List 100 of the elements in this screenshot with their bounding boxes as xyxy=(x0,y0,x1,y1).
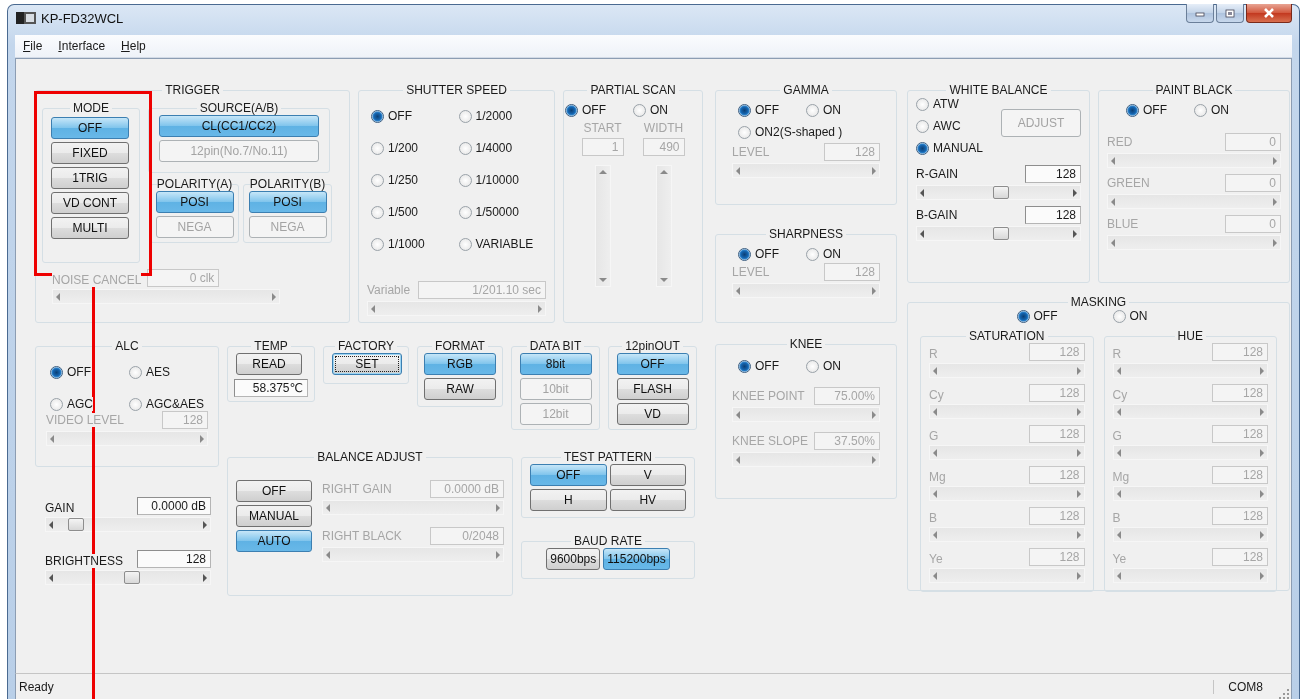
menu-item[interactable]: File xyxy=(21,38,45,54)
radio-button[interactable]: 1/10000 xyxy=(458,173,519,187)
scroll-bar[interactable] xyxy=(929,363,1085,378)
output-button[interactable]: FLASH xyxy=(616,378,689,400)
scroll-bar[interactable] xyxy=(929,445,1085,460)
radio-button[interactable]: OFF xyxy=(738,103,779,117)
balance-button[interactable]: AUTO xyxy=(236,530,312,552)
radio-button[interactable]: OFF xyxy=(371,109,412,123)
radio-button[interactable]: VARIABLE xyxy=(458,237,534,251)
slider-thumb[interactable] xyxy=(68,518,85,531)
minimize-button[interactable] xyxy=(1186,4,1214,23)
radio-button[interactable]: ON xyxy=(1194,103,1229,117)
scroll-bar[interactable] xyxy=(929,527,1085,542)
scroll-bar[interactable] xyxy=(52,289,280,304)
field-label: GREEN xyxy=(1107,176,1150,190)
pattern-button[interactable]: V xyxy=(609,464,686,486)
radio-button[interactable]: OFF xyxy=(738,247,779,261)
scroll-bar[interactable] xyxy=(732,407,880,422)
mode-button[interactable]: FIXED xyxy=(51,142,129,164)
scroll-bar[interactable] xyxy=(1112,363,1268,378)
radio-button[interactable]: ON xyxy=(806,103,841,117)
radio-button[interactable]: 1/1000 xyxy=(371,237,425,251)
value-field[interactable]: 0.0000 dB xyxy=(137,497,211,515)
pattern-button[interactable]: HV xyxy=(609,489,686,511)
set-button[interactable]: SET xyxy=(332,353,402,375)
radio-button[interactable]: MANUAL xyxy=(916,141,983,155)
scroll-bar[interactable] xyxy=(929,486,1085,501)
slider-thumb[interactable] xyxy=(993,186,1010,199)
scroll-bar[interactable] xyxy=(1112,568,1268,583)
scroll-bar[interactable] xyxy=(1107,194,1281,209)
slider[interactable] xyxy=(916,226,1081,241)
slider[interactable] xyxy=(45,570,211,585)
polarity-button[interactable]: POSI xyxy=(248,191,327,213)
balance-button[interactable]: OFF xyxy=(236,480,312,502)
radio-button[interactable]: 1/2000 xyxy=(458,109,513,123)
scroll-bar[interactable] xyxy=(322,500,504,515)
balance-button[interactable]: MANUAL xyxy=(236,505,312,527)
baud-button[interactable]: 9600bps xyxy=(546,548,601,570)
scroll-bar[interactable] xyxy=(732,283,880,298)
scroll-bar[interactable] xyxy=(322,547,504,562)
source-button[interactable]: CL(CC1/CC2) xyxy=(159,115,319,137)
scroll-bar[interactable] xyxy=(1112,486,1268,501)
scroll-bar[interactable] xyxy=(367,301,546,316)
radio-button[interactable]: 1/250 xyxy=(371,173,419,187)
maximize-button[interactable] xyxy=(1216,4,1244,23)
radio-button[interactable]: AGC&AES xyxy=(129,397,205,411)
scroll-bar[interactable] xyxy=(929,404,1085,419)
radio-button[interactable]: OFF xyxy=(738,359,779,373)
slider[interactable] xyxy=(916,185,1081,200)
scroll-bar[interactable] xyxy=(655,165,672,287)
data-bit-button[interactable]: 8bit xyxy=(519,353,592,375)
pattern-button[interactable]: H xyxy=(530,489,607,511)
scroll-bar[interactable] xyxy=(929,568,1085,583)
format-button[interactable]: RGB xyxy=(424,353,496,375)
scroll-bar[interactable] xyxy=(1107,235,1281,250)
pattern-button[interactable]: OFF xyxy=(530,464,607,486)
scroll-bar[interactable] xyxy=(1112,404,1268,419)
value-field[interactable]: 128 xyxy=(137,550,211,568)
radio-button[interactable]: 1/4000 xyxy=(458,141,513,155)
radio-button[interactable]: OFF xyxy=(1126,103,1167,117)
scroll-bar[interactable] xyxy=(594,165,611,287)
value-field[interactable]: 58.375℃ xyxy=(234,379,308,397)
polarity-button[interactable]: POSI xyxy=(155,191,234,213)
mode-button[interactable]: VD CONT xyxy=(51,192,129,214)
radio-button[interactable]: ON2(S-shaped ) xyxy=(738,125,843,139)
radio-button[interactable]: 1/50000 xyxy=(458,205,519,219)
value-field[interactable]: 128 xyxy=(1025,206,1081,224)
output-button[interactable]: OFF xyxy=(616,353,689,375)
radio-button[interactable]: ON xyxy=(633,103,668,117)
menu-item[interactable]: Interface xyxy=(56,38,108,54)
slider[interactable] xyxy=(45,517,211,532)
baud-button[interactable]: 115200bps xyxy=(603,548,670,570)
scroll-bar[interactable] xyxy=(1112,527,1268,542)
mode-button[interactable]: 1TRIG xyxy=(51,167,129,189)
mode-button[interactable]: MULTI xyxy=(51,217,129,239)
close-button[interactable] xyxy=(1246,4,1292,23)
radio-button[interactable]: ON xyxy=(806,359,841,373)
scroll-bar[interactable] xyxy=(1107,153,1281,168)
radio-button[interactable]: OFF xyxy=(50,365,91,379)
output-button[interactable]: VD xyxy=(616,403,689,425)
value-field[interactable]: 128 xyxy=(1025,165,1081,183)
read-button[interactable]: READ xyxy=(236,353,302,375)
group-title: PARTIAL SCAN xyxy=(589,83,677,97)
radio-button[interactable]: 1/200 xyxy=(371,141,419,155)
scroll-bar[interactable] xyxy=(1112,445,1268,460)
menu-item[interactable]: Help xyxy=(119,38,148,54)
radio-button[interactable]: OFF xyxy=(565,103,606,117)
scroll-bar[interactable] xyxy=(732,452,880,467)
radio-button[interactable]: AGC xyxy=(50,397,93,411)
radio-button[interactable]: ON xyxy=(806,247,841,261)
radio-button[interactable]: OFF xyxy=(1016,309,1058,323)
mode-button[interactable]: OFF xyxy=(51,117,129,139)
scroll-bar[interactable] xyxy=(46,431,208,446)
slider-thumb[interactable] xyxy=(124,571,141,584)
scroll-bar[interactable] xyxy=(732,163,880,178)
format-button[interactable]: RAW xyxy=(424,378,496,400)
radio-button[interactable]: 1/500 xyxy=(371,205,419,219)
radio-button[interactable]: AES xyxy=(129,365,170,379)
radio-button[interactable]: ON xyxy=(1112,309,1148,323)
slider-thumb[interactable] xyxy=(993,227,1010,240)
